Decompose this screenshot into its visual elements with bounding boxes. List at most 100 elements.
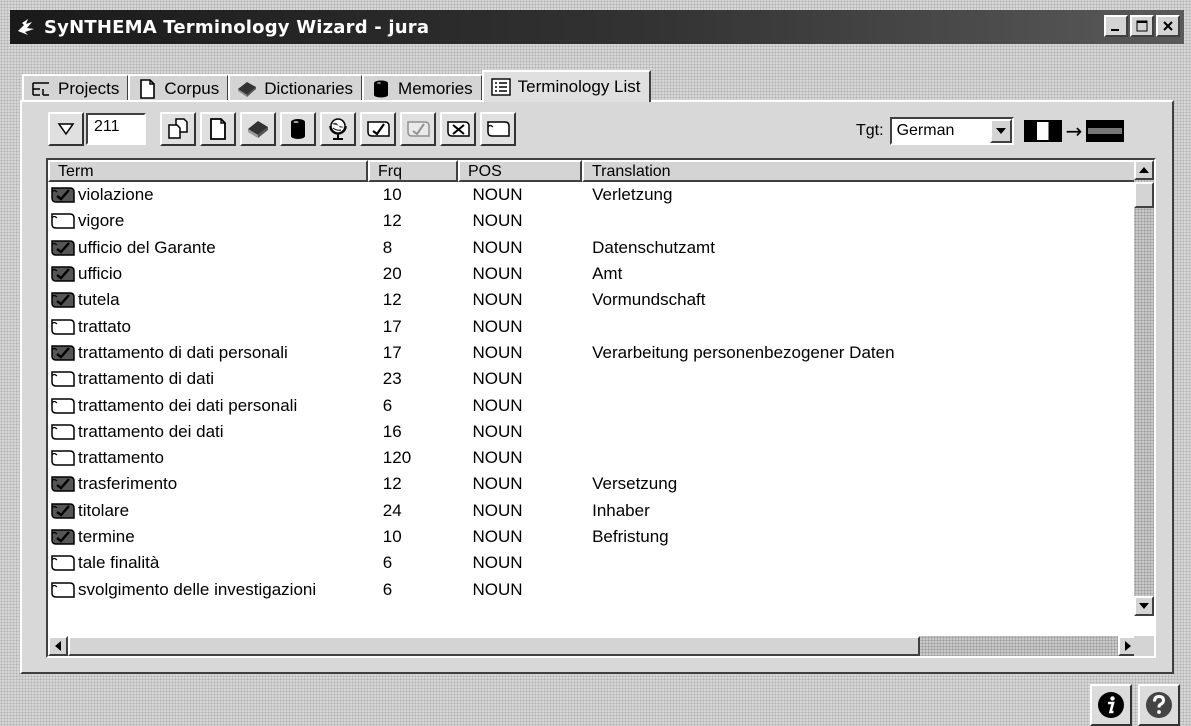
translation-cell: Verletzung — [592, 185, 673, 205]
tab-dictionaries[interactable]: Dictionaries — [228, 74, 364, 102]
filter-icon — [57, 123, 75, 136]
dictionaries-button[interactable] — [240, 112, 276, 146]
filter-button[interactable] — [48, 112, 84, 146]
unvalidated-term-icon — [51, 450, 75, 466]
vertical-scrollbar[interactable] — [1134, 160, 1154, 616]
scroll-left-button[interactable] — [48, 636, 68, 656]
term-cell: trattato — [48, 317, 367, 337]
term-cell: tutela — [48, 290, 367, 310]
translation-cell: Versetzung — [592, 474, 678, 494]
translation-cell: Inhaber — [592, 500, 650, 520]
delete-term-icon — [447, 121, 470, 137]
table-row[interactable]: trattamento dei dati personali 6 NOUN — [48, 392, 1138, 418]
table-row[interactable]: trattamento di dati 23 NOUN — [48, 366, 1138, 392]
unvalidated-term-button[interactable] — [480, 112, 516, 146]
table-row[interactable]: ufficio del Garante 8 NOUN Datenschutzamt — [48, 235, 1138, 261]
term-cell: titolare — [48, 501, 367, 521]
frequency-cell: 6 — [382, 395, 393, 415]
dropdown-button[interactable] — [989, 119, 1012, 143]
frequency-cell: 6 — [382, 553, 393, 573]
minimize-icon — [1111, 29, 1119, 31]
terminology-list-panel: 211 Tgt: German → Term Frq POS Translati… — [20, 100, 1174, 674]
maximize-icon — [1136, 20, 1148, 32]
table-row[interactable]: trattamento di dati personali 17 NOUN Verar… — [48, 340, 1138, 366]
app-logo-icon — [18, 19, 34, 35]
pos-cell: NOUN — [472, 448, 523, 468]
delete-term-button[interactable] — [440, 112, 476, 146]
term-text: svolgimento delle investigazioni — [78, 579, 317, 599]
arrow-right-icon: → — [1065, 119, 1083, 143]
horizontal-scrollbar[interactable] — [48, 636, 1138, 656]
scroll-down-button[interactable] — [1134, 596, 1154, 616]
dictionary-books-icon — [248, 121, 268, 138]
tab-corpus[interactable]: Corpus — [128, 74, 230, 102]
term-count: 211 — [86, 113, 146, 145]
new-document-button[interactable] — [200, 112, 236, 146]
web-lookup-button[interactable] — [320, 112, 356, 146]
frequency-cell: 10 — [382, 527, 402, 546]
minimize-button[interactable] — [1104, 15, 1128, 37]
frequency-cell: 12 — [382, 290, 402, 310]
table-row[interactable]: tutela 12 NOUN Vormundschaft — [48, 287, 1138, 313]
pos-cell: NOUN — [472, 316, 523, 336]
table-row[interactable]: trattamento 120 NOUN — [48, 445, 1138, 471]
memories-button[interactable] — [280, 112, 316, 146]
validated-term-icon — [367, 121, 390, 137]
frequency-cell: 20 — [382, 264, 402, 284]
tab-strip: Projects Corpus Dictionaries Memories Te… — [22, 68, 651, 102]
column-header-translation[interactable]: Translation — [582, 160, 1138, 182]
frequency-cell: 6 — [382, 579, 393, 599]
table-row[interactable]: vigore 12 NOUN — [48, 208, 1138, 234]
validated-term-icon — [51, 292, 75, 309]
maximize-button[interactable] — [1130, 15, 1154, 37]
target-language: Tgt: German → — [856, 116, 1125, 146]
frequency-cell: 23 — [382, 369, 402, 389]
close-button[interactable] — [1156, 15, 1180, 37]
unvalidated-term-icon — [51, 371, 75, 387]
validate-term-button[interactable] — [360, 112, 396, 146]
table-row[interactable]: trasferimento 12 NOUN Versetzung — [48, 471, 1138, 497]
term-text: ufficio — [78, 264, 123, 284]
copy-button[interactable] — [160, 112, 196, 146]
table-row[interactable]: trattamento dei dati 16 NOUN — [48, 419, 1138, 445]
tab-label: Projects — [58, 79, 120, 98]
vertical-scroll-thumb[interactable] — [1134, 182, 1154, 208]
window-title: SyNTHEMA Terminology Wizard - jura — [44, 16, 430, 38]
tab-terminology-list[interactable]: Terminology List — [481, 70, 651, 102]
column-header-pos[interactable]: POS — [458, 160, 582, 182]
tab-label: Corpus — [164, 79, 220, 98]
table-row[interactable]: ufficio 20 NOUN Amt — [48, 261, 1138, 287]
unvalidated-term-icon — [51, 397, 75, 414]
table-row[interactable]: titolare 24 NOUN Inhaber — [48, 498, 1138, 524]
pos-cell: NOUN — [472, 579, 523, 599]
table-row[interactable]: violazione 10 NOUN Verletzung — [48, 182, 1138, 208]
table-row[interactable]: tale finalità 6 NOUN — [48, 550, 1138, 576]
validated-term-icon — [51, 266, 75, 282]
title-bar[interactable]: SyNTHEMA Terminology Wizard - jura — [10, 10, 1184, 44]
column-header-frq[interactable]: Frq — [368, 160, 458, 182]
translation-cell: Befristung — [592, 527, 669, 546]
term-text: trattato — [78, 316, 131, 336]
validate-term-disabled-button[interactable] — [400, 112, 436, 146]
pos-cell: NOUN — [472, 474, 523, 494]
table-row[interactable]: trattato 17 NOUN — [48, 313, 1138, 339]
unvalidated-term-icon — [51, 581, 75, 598]
target-language-select[interactable]: German — [889, 117, 1014, 145]
scroll-up-button[interactable] — [1134, 160, 1154, 180]
table-row[interactable]: svolgimento delle investigazioni 6 NOUN — [48, 576, 1138, 602]
horizontal-scroll-thumb[interactable] — [68, 636, 920, 656]
target-language-label: Tgt: — [856, 122, 884, 139]
dictionary-books-icon — [238, 82, 257, 97]
frequency-cell: 10 — [382, 185, 402, 205]
term-text: titolare — [78, 500, 130, 520]
tab-memories[interactable]: Memories — [362, 74, 483, 102]
database-cylinder-icon — [374, 80, 389, 98]
term-cell: trattamento di dati personali — [48, 343, 367, 363]
info-icon — [1098, 692, 1124, 718]
tab-label: Dictionaries — [264, 79, 354, 98]
validated-term-icon — [51, 476, 75, 493]
unvalidated-term-icon — [51, 424, 75, 440]
column-header-term[interactable]: Term — [48, 160, 368, 182]
table-row[interactable]: termine 10 NOUN Befristung — [48, 524, 1138, 550]
tab-projects[interactable]: Projects — [22, 74, 130, 102]
